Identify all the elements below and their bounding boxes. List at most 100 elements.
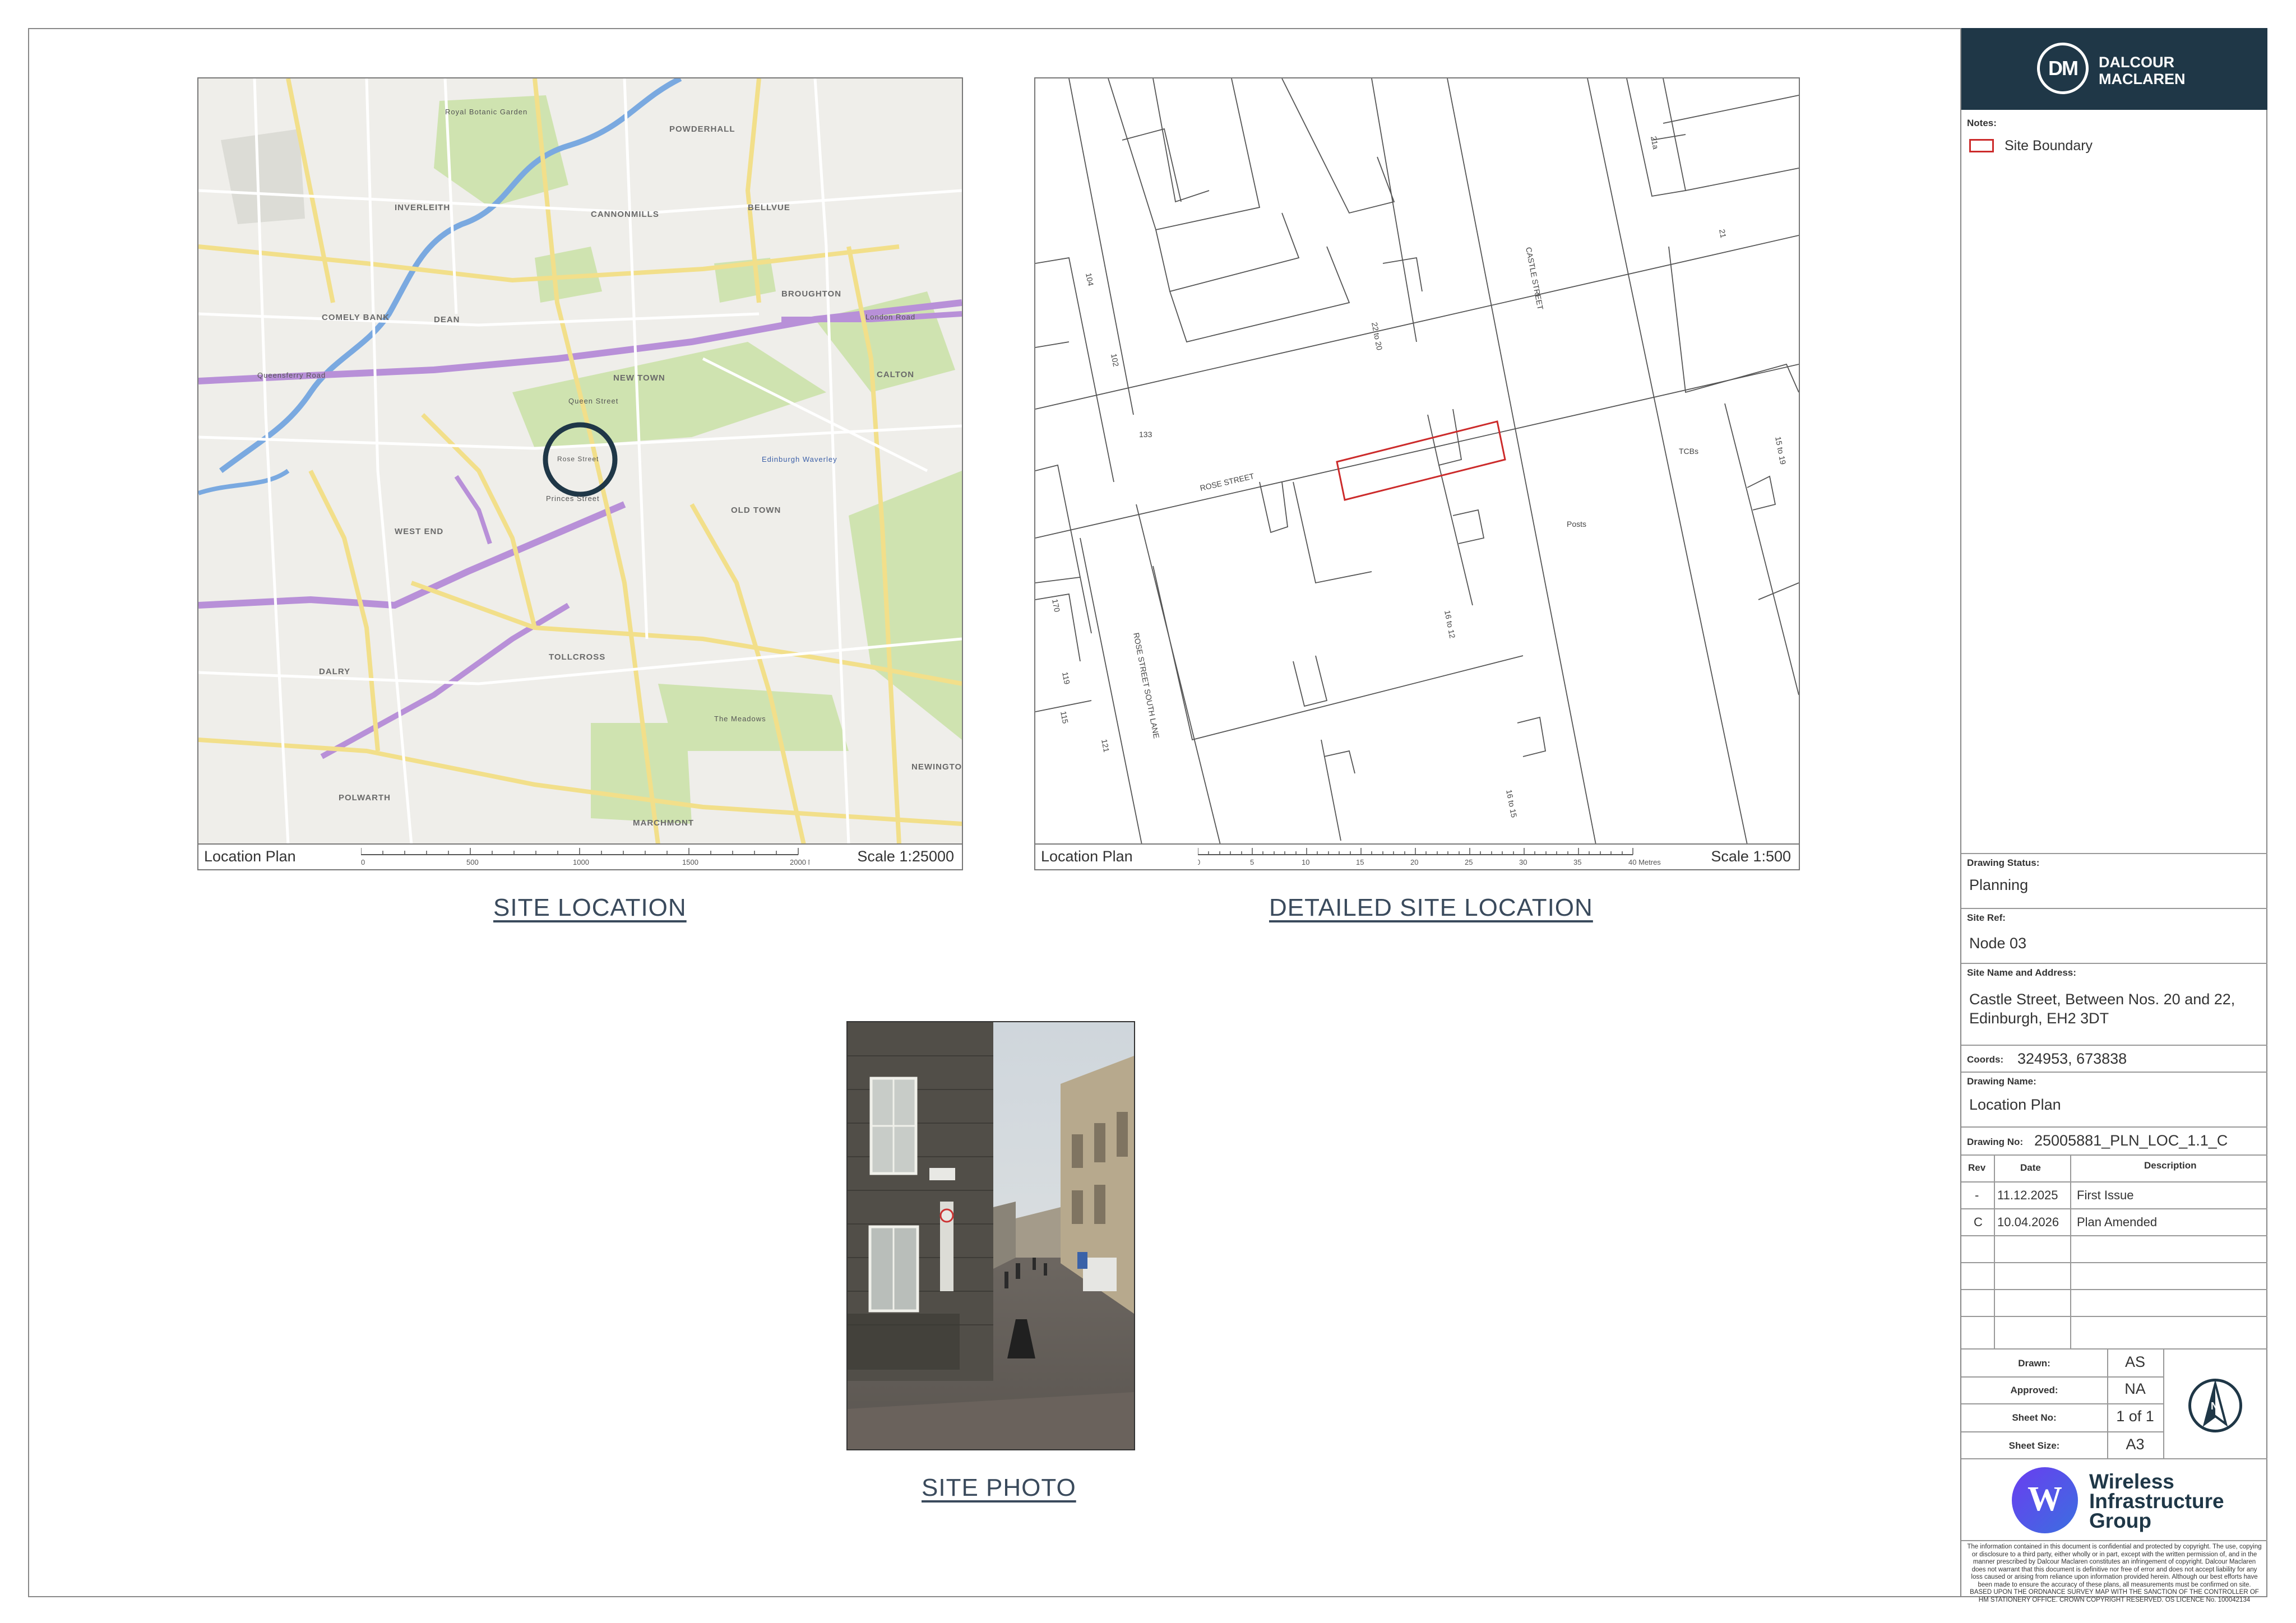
scale-tick: 30 bbox=[1519, 858, 1527, 866]
description-cell: Plan Amended bbox=[2077, 1215, 2158, 1229]
sheet-info-block: Drawn: AS Approved: NA Sheet No: 1 of 1 … bbox=[1961, 1348, 2267, 1459]
scale-tick: 0 bbox=[1198, 858, 1200, 866]
disclaimer-text: The information contained in this docume… bbox=[1967, 1543, 2262, 1603]
map-label: TOLLCROSS bbox=[549, 652, 606, 662]
drawing-status-row: Drawing Status: Planning bbox=[1961, 853, 2267, 908]
drawing-no-row: Drawing No: 25005881_PLN_LOC_1.1_C bbox=[1961, 1126, 2267, 1154]
description-cell: First Issue bbox=[2077, 1188, 2134, 1202]
coords-row: Coords: 324953, 673838 bbox=[1961, 1045, 2267, 1072]
client-name: Wireless Infrastructure Group bbox=[2089, 1470, 2224, 1532]
date-cell: 11.12.2025 bbox=[1997, 1188, 2058, 1202]
map-labels: POWDERHALL INVERLEITH CANNONMILLS BELLVU… bbox=[198, 78, 962, 845]
approved-value: NA bbox=[2124, 1380, 2146, 1397]
plan-label: Posts bbox=[1567, 520, 1586, 528]
site-photo-caption: SITE PHOTO bbox=[922, 1474, 1076, 1501]
map-label: Queen Street bbox=[568, 397, 619, 405]
site-boundary-legend-label: Site Boundary bbox=[2005, 138, 2093, 154]
site-plan-drawing: ROSE STREET CASTLE STREET ROSE STREET SO… bbox=[1035, 78, 1799, 845]
map-label: NEW TOWN bbox=[613, 373, 665, 383]
site-name-label: Site Name and Address: bbox=[1967, 967, 2076, 978]
map-label: Edinburgh Waverley bbox=[762, 455, 837, 463]
scale-tick: 0 bbox=[361, 858, 365, 866]
scale-bar: 0 500 1000 1500 2000 Metres bbox=[361, 848, 809, 866]
revisions-table: Rev Date Description - 11.12.2025 First … bbox=[1961, 1154, 2267, 1350]
scale-tick: 5 bbox=[1250, 858, 1254, 866]
title-block: DM DALCOUR MACLAREN Notes: Site Boundary… bbox=[1960, 28, 2267, 1603]
sheet-no-label: Sheet No: bbox=[2012, 1412, 2057, 1423]
company-name: DALCOUR MACLAREN bbox=[2099, 54, 2186, 87]
site-location-caption: SITE LOCATION bbox=[493, 894, 687, 921]
footer-scale: Scale 1:25000 bbox=[857, 848, 954, 865]
map-label: Queensferry Road bbox=[257, 371, 326, 379]
scale-tick: 10 bbox=[1302, 858, 1309, 866]
scale-tick: 15 bbox=[1356, 858, 1364, 866]
client-logo-area: W Wireless Infrastructure Group bbox=[1961, 1458, 2267, 1540]
coords-value: 324953, 673838 bbox=[2017, 1050, 2127, 1067]
drawing-name-label: Drawing Name: bbox=[1967, 1076, 2036, 1087]
scale-bar: 0 5 10 15 20 25 30 35 40 Metres bbox=[1198, 848, 1661, 866]
site-photo bbox=[846, 1021, 1135, 1450]
client-name-line3: Group bbox=[2089, 1509, 2151, 1532]
drawing-name-value: Location Plan bbox=[1969, 1096, 2061, 1113]
map-label: CANNONMILLS bbox=[591, 210, 659, 219]
client-name-line1: Wireless bbox=[2089, 1470, 2174, 1493]
drawn-value: AS bbox=[2124, 1353, 2146, 1370]
map-label: Princes Street bbox=[546, 494, 600, 503]
description-header: Description bbox=[2144, 1160, 2197, 1171]
coords-label: Coords: bbox=[1967, 1054, 2004, 1065]
scale-tick: 25 bbox=[1465, 858, 1473, 866]
footer-label: Location Plan bbox=[1041, 848, 1133, 865]
drawing-status-value: Planning bbox=[1969, 877, 2029, 893]
scale-tick: 1500 bbox=[682, 858, 698, 866]
scale-tick: 20 bbox=[1410, 858, 1418, 866]
company-name-line1: DALCOUR bbox=[2099, 54, 2174, 71]
map-label: BROUGHTON bbox=[781, 289, 842, 299]
plan-label: 21 bbox=[1718, 229, 1728, 239]
map-label: OLD TOWN bbox=[731, 506, 781, 515]
site-name-row: Site Name and Address: Castle Street, Be… bbox=[1961, 963, 2267, 1045]
map-label: CALTON bbox=[877, 370, 915, 379]
map-label: BELLVUE bbox=[748, 203, 790, 212]
rev-cell: - bbox=[1975, 1188, 1979, 1202]
site-name-line2: Edinburgh, EH2 3DT bbox=[1969, 1010, 2109, 1027]
scale-tick: 500 bbox=[466, 858, 479, 866]
drawing-no-value: 25005881_PLN_LOC_1.1_C bbox=[2034, 1132, 2228, 1149]
plan-label: TCBs bbox=[1679, 447, 1698, 456]
map-label: The Meadows bbox=[714, 715, 766, 723]
plan-label: 133 bbox=[1139, 430, 1152, 439]
north-letter: N bbox=[2211, 1401, 2218, 1412]
scale-tick: 35 bbox=[1573, 858, 1581, 866]
rev-cell: C bbox=[1974, 1215, 1983, 1229]
map-label: WEST END bbox=[395, 527, 444, 536]
map-label: POLWARTH bbox=[339, 793, 391, 803]
map-label: MARCHMONT bbox=[633, 818, 694, 828]
sheet-size-value: A3 bbox=[2126, 1436, 2145, 1453]
site-location-panel: POWDERHALL INVERLEITH CANNONMILLS BELLVU… bbox=[197, 77, 963, 870]
detailed-site-location-panel: ROSE STREET CASTLE STREET ROSE STREET SO… bbox=[1034, 77, 1800, 870]
map-label: London Road bbox=[865, 313, 916, 321]
map-label: INVERLEITH bbox=[395, 203, 451, 212]
approved-label: Approved: bbox=[2010, 1385, 2058, 1395]
detailed-site-location-caption: DETAILED SITE LOCATION bbox=[1269, 894, 1593, 921]
site-boundary-legend-swatch bbox=[1969, 139, 1994, 152]
sheet-size-label: Sheet Size: bbox=[2008, 1440, 2060, 1451]
client-name-line2: Infrastructure bbox=[2089, 1490, 2224, 1513]
company-monogram: DM bbox=[2048, 57, 2079, 80]
north-arrow-icon: N bbox=[2188, 1379, 2242, 1432]
drawn-label: Drawn: bbox=[2018, 1358, 2050, 1369]
footer-label: Location Plan bbox=[204, 848, 296, 865]
drawing-no-label: Drawing No: bbox=[1967, 1137, 2024, 1147]
date-cell: 10.04.2026 bbox=[1997, 1215, 2059, 1229]
map-label: COMELY BANK bbox=[322, 313, 390, 322]
company-name-line2: MACLAREN bbox=[2099, 71, 2186, 87]
map-label: DALRY bbox=[319, 667, 351, 676]
map-footer: Location Plan 0 500 1000 1500 2000 Metre… bbox=[198, 843, 962, 869]
site-photo-image bbox=[848, 1022, 1134, 1449]
footer-scale: Scale 1:500 bbox=[1711, 848, 1791, 865]
scale-tick: 1000 bbox=[573, 858, 589, 866]
site-ref-value: Node 03 bbox=[1969, 935, 2027, 952]
map-label: DEAN bbox=[434, 315, 460, 324]
site-ref-label: Site Ref: bbox=[1967, 912, 2006, 923]
map-label: Royal Botanic Garden bbox=[445, 108, 528, 116]
disclaimer-row: The information contained in this docume… bbox=[1961, 1540, 2267, 1603]
